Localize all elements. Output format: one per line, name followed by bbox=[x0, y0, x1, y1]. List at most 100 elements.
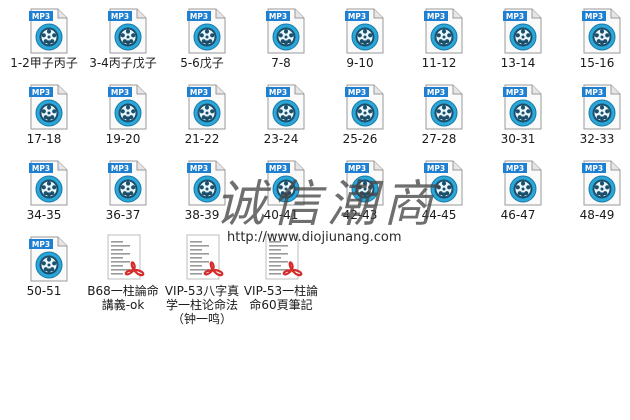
svg-text:MP3: MP3 bbox=[427, 164, 445, 173]
pdf-file-item[interactable]: B68一柱論命講義-ok bbox=[84, 231, 162, 312]
mp3-file-item[interactable]: MP3 21-22 bbox=[163, 79, 241, 146]
mp3-file-icon[interactable]: MP3 bbox=[84, 155, 162, 206]
mp3-file-item[interactable]: MP3 11-12 bbox=[400, 3, 478, 70]
svg-text:MP3: MP3 bbox=[32, 12, 50, 21]
file-name-label: 38-39 bbox=[184, 208, 220, 222]
mp3-file-item[interactable]: MP3 44-45 bbox=[400, 155, 478, 222]
mp3-file-item[interactable]: MP3 3-4丙子戊子 bbox=[84, 3, 162, 70]
mp3-file-item[interactable]: MP3 5-6戊子 bbox=[163, 3, 241, 70]
mp3-file-icon[interactable]: MP3 bbox=[5, 3, 83, 54]
mp3-file-icon[interactable]: MP3 bbox=[84, 3, 162, 54]
svg-text:MP3: MP3 bbox=[111, 88, 129, 97]
mp3-file-icon[interactable]: MP3 bbox=[321, 155, 399, 206]
svg-text:MP3: MP3 bbox=[427, 12, 445, 21]
pdf-file-item[interactable]: VIP-53八字真学一柱论命法（钟一鸣） bbox=[163, 231, 241, 326]
svg-text:MP3: MP3 bbox=[506, 88, 524, 97]
mp3-file-item[interactable]: MP3 19-20 bbox=[84, 79, 162, 146]
mp3-file-icon[interactable]: MP3 bbox=[321, 79, 399, 130]
mp3-file-icon[interactable]: MP3 bbox=[5, 155, 83, 206]
mp3-file-icon[interactable]: MP3 bbox=[558, 79, 630, 130]
file-name-label: 40-41 bbox=[263, 208, 299, 222]
svg-text:MP3: MP3 bbox=[506, 12, 524, 21]
mp3-file-item[interactable]: MP3 23-24 bbox=[242, 79, 320, 146]
mp3-file-icon[interactable]: MP3 bbox=[163, 155, 241, 206]
mp3-file-icon[interactable]: MP3 bbox=[400, 155, 478, 206]
mp3-file-icon[interactable]: MP3 bbox=[84, 79, 162, 130]
file-name-label: 15-16 bbox=[579, 56, 615, 70]
svg-text:MP3: MP3 bbox=[506, 164, 524, 173]
mp3-file-icon[interactable]: MP3 bbox=[558, 155, 630, 206]
svg-text:MP3: MP3 bbox=[348, 12, 366, 21]
mp3-file-item[interactable]: MP3 50-51 bbox=[5, 231, 83, 298]
mp3-file-item[interactable]: MP3 34-35 bbox=[5, 155, 83, 222]
mp3-file-icon[interactable]: MP3 bbox=[242, 155, 320, 206]
mp3-file-item[interactable]: MP3 38-39 bbox=[163, 155, 241, 222]
svg-text:MP3: MP3 bbox=[32, 164, 50, 173]
svg-text:MP3: MP3 bbox=[585, 164, 603, 173]
mp3-file-icon[interactable]: MP3 bbox=[479, 3, 557, 54]
file-name-label: 27-28 bbox=[421, 132, 457, 146]
file-name-label: B68一柱論命講義-ok bbox=[87, 284, 159, 312]
mp3-file-item[interactable]: MP3 36-37 bbox=[84, 155, 162, 222]
file-name-label: 46-47 bbox=[500, 208, 536, 222]
mp3-file-item[interactable]: MP3 40-41 bbox=[242, 155, 320, 222]
file-name-label: 1-2甲子丙子 bbox=[10, 56, 78, 70]
mp3-file-icon[interactable]: MP3 bbox=[400, 3, 478, 54]
svg-text:MP3: MP3 bbox=[585, 12, 603, 21]
file-name-label: VIP-53八字真学一柱论命法（钟一鸣） bbox=[164, 284, 240, 326]
mp3-file-icon[interactable]: MP3 bbox=[321, 3, 399, 54]
file-grid: MP3 1-2甲子丙子 MP3 3-4丙子戊子 MP3 5-6戊子 MP3 7-… bbox=[0, 0, 630, 420]
mp3-file-item[interactable]: MP3 9-10 bbox=[321, 3, 399, 70]
mp3-file-icon[interactable]: MP3 bbox=[242, 3, 320, 54]
file-name-label: 44-45 bbox=[421, 208, 457, 222]
file-name-label: 48-49 bbox=[579, 208, 615, 222]
mp3-file-icon[interactable]: MP3 bbox=[5, 79, 83, 130]
mp3-file-icon[interactable]: MP3 bbox=[5, 231, 83, 282]
mp3-file-item[interactable]: MP3 1-2甲子丙子 bbox=[5, 3, 83, 70]
svg-text:MP3: MP3 bbox=[111, 164, 129, 173]
file-name-label: 17-18 bbox=[26, 132, 62, 146]
mp3-file-icon[interactable]: MP3 bbox=[479, 79, 557, 130]
mp3-file-item[interactable]: MP3 15-16 bbox=[558, 3, 630, 70]
svg-text:MP3: MP3 bbox=[111, 12, 129, 21]
mp3-file-item[interactable]: MP3 7-8 bbox=[242, 3, 320, 70]
file-name-label: 21-22 bbox=[184, 132, 220, 146]
mp3-file-icon[interactable]: MP3 bbox=[163, 79, 241, 130]
mp3-file-item[interactable]: MP3 27-28 bbox=[400, 79, 478, 146]
mp3-file-item[interactable]: MP3 25-26 bbox=[321, 79, 399, 146]
mp3-file-item[interactable]: MP3 48-49 bbox=[558, 155, 630, 222]
pdf-file-icon[interactable] bbox=[163, 231, 241, 281]
mp3-file-item[interactable]: MP3 42-43 bbox=[321, 155, 399, 222]
file-name-label: 36-37 bbox=[105, 208, 141, 222]
mp3-file-item[interactable]: MP3 46-47 bbox=[479, 155, 557, 222]
svg-text:MP3: MP3 bbox=[32, 240, 50, 249]
mp3-file-item[interactable]: MP3 13-14 bbox=[479, 3, 557, 70]
svg-text:MP3: MP3 bbox=[269, 12, 287, 21]
file-name-label: 42-43 bbox=[342, 208, 378, 222]
file-name-label: 23-24 bbox=[263, 132, 299, 146]
svg-text:MP3: MP3 bbox=[348, 164, 366, 173]
file-name-label: 50-51 bbox=[26, 284, 62, 298]
pdf-file-item[interactable]: VIP-53一柱論命60頁筆記 bbox=[242, 231, 320, 312]
file-name-label: 9-10 bbox=[346, 56, 374, 70]
svg-text:MP3: MP3 bbox=[427, 88, 445, 97]
file-name-label: VIP-53一柱論命60頁筆記 bbox=[243, 284, 319, 312]
svg-text:MP3: MP3 bbox=[190, 12, 208, 21]
mp3-file-icon[interactable]: MP3 bbox=[558, 3, 630, 54]
mp3-file-item[interactable]: MP3 17-18 bbox=[5, 79, 83, 146]
file-name-label: 19-20 bbox=[105, 132, 141, 146]
pdf-file-icon[interactable] bbox=[84, 231, 162, 281]
mp3-file-icon[interactable]: MP3 bbox=[479, 155, 557, 206]
file-name-label: 32-33 bbox=[579, 132, 615, 146]
file-name-label: 30-31 bbox=[500, 132, 536, 146]
file-name-label: 5-6戊子 bbox=[180, 56, 224, 70]
mp3-file-icon[interactable]: MP3 bbox=[163, 3, 241, 54]
pdf-file-icon[interactable] bbox=[242, 231, 320, 281]
mp3-file-icon[interactable]: MP3 bbox=[242, 79, 320, 130]
mp3-file-icon[interactable]: MP3 bbox=[400, 79, 478, 130]
svg-text:MP3: MP3 bbox=[32, 88, 50, 97]
mp3-file-item[interactable]: MP3 30-31 bbox=[479, 79, 557, 146]
mp3-file-item[interactable]: MP3 32-33 bbox=[558, 79, 630, 146]
svg-text:MP3: MP3 bbox=[348, 88, 366, 97]
file-name-label: 3-4丙子戊子 bbox=[89, 56, 157, 70]
